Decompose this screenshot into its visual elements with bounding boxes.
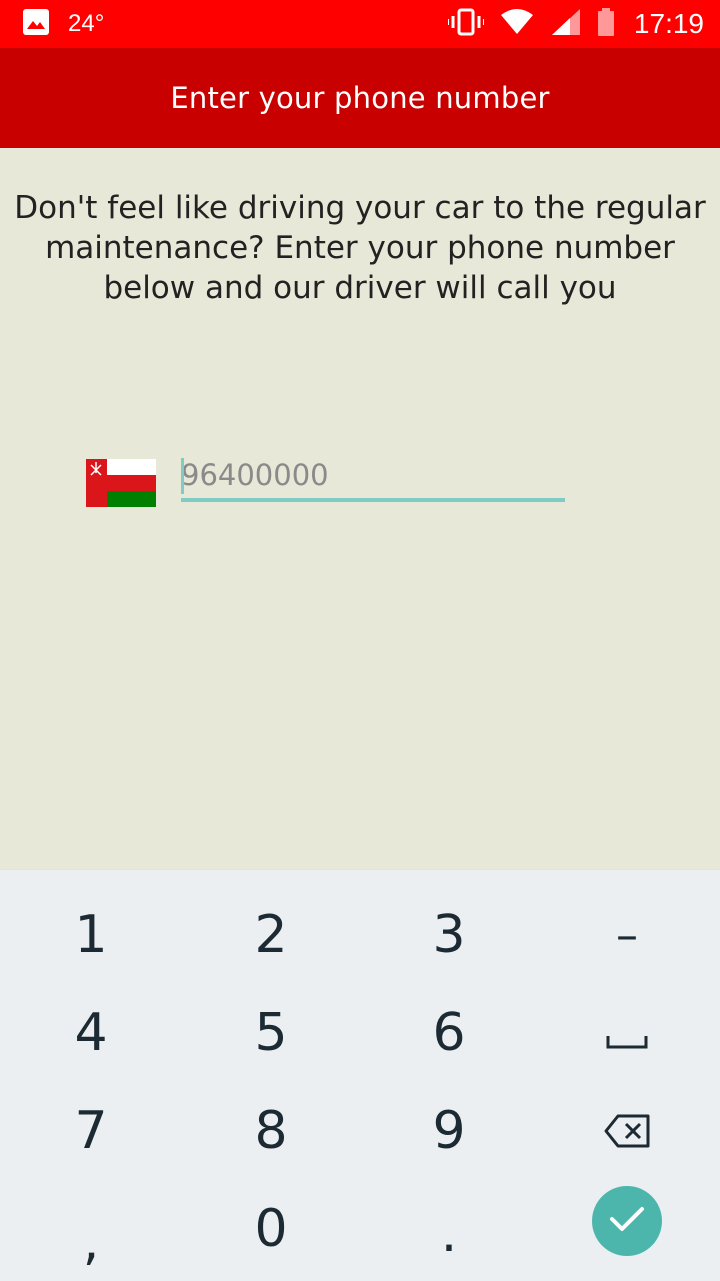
- battery-icon: [597, 7, 614, 41]
- key-4[interactable]: 4: [2, 984, 180, 1082]
- key-period[interactable]: .: [360, 1180, 538, 1278]
- temperature-label: 24°: [68, 10, 105, 37]
- key-3[interactable]: 3: [360, 886, 538, 984]
- vibrate-icon: [446, 8, 485, 41]
- input-underline: [181, 498, 565, 502]
- app-bar: Enter your phone number: [0, 48, 720, 148]
- key-7[interactable]: 7: [2, 1082, 180, 1180]
- phone-field[interactable]: [181, 452, 565, 502]
- backspace-key[interactable]: [538, 1082, 716, 1180]
- intro-text: Don't feel like driving your car to the …: [14, 190, 706, 306]
- signal-icon: [550, 8, 582, 41]
- phone-number-input[interactable]: [181, 452, 565, 498]
- wifi-icon: [500, 8, 534, 40]
- oman-flag-icon[interactable]: [86, 459, 156, 507]
- space-icon: [606, 1003, 648, 1063]
- key-2[interactable]: 2: [182, 886, 360, 984]
- key-comma[interactable]: ,: [2, 1180, 180, 1278]
- space-key[interactable]: [538, 984, 716, 1082]
- key-8[interactable]: 8: [182, 1082, 360, 1180]
- key-6[interactable]: 6: [360, 984, 538, 1082]
- key-0[interactable]: 0: [182, 1180, 360, 1278]
- done-check-icon: [609, 1205, 645, 1238]
- text-caret: [181, 458, 184, 494]
- backspace-icon: [604, 1101, 650, 1161]
- clock: 17:19: [633, 8, 704, 39]
- key-dash[interactable]: –: [538, 886, 716, 984]
- numeric-keyboard: 1 2 3 – 4 5 6 7 8 9 , 0 .: [0, 869, 720, 1281]
- done-button[interactable]: [592, 1186, 662, 1256]
- gallery-icon: [22, 8, 50, 41]
- status-bar: 24° 17:19: [0, 0, 720, 48]
- key-9[interactable]: 9: [360, 1082, 538, 1180]
- key-5[interactable]: 5: [182, 984, 360, 1082]
- page-title: Enter your phone number: [170, 81, 550, 115]
- key-1[interactable]: 1: [2, 886, 180, 984]
